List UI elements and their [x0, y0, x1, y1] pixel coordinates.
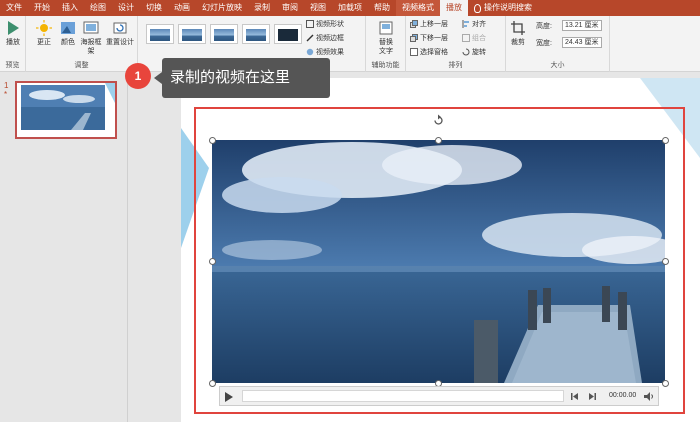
- group-accessibility: 替换文字 辅助功能: [366, 16, 406, 72]
- tell-me-search[interactable]: 操作说明搜索: [468, 0, 538, 16]
- video-shape-label: 视频形状: [316, 21, 344, 28]
- tab-file[interactable]: 文件: [0, 0, 28, 16]
- pen-icon: [306, 34, 314, 42]
- group-size: 裁剪 高度: 13.21 厘米 宽度: 24.43 厘米 大小: [506, 16, 610, 72]
- reset-design-button[interactable]: 重置设计: [106, 20, 134, 47]
- video-effects-button[interactable]: 视频效果: [306, 47, 344, 57]
- rotate-button[interactable]: 旋转: [462, 47, 486, 57]
- color-label: 颜色: [61, 39, 75, 46]
- shape-icon: [306, 20, 314, 28]
- poster-frame-button[interactable]: 海报框架: [80, 20, 102, 56]
- tab-draw[interactable]: 绘图: [84, 0, 112, 16]
- play-label: 播放: [6, 39, 20, 46]
- poster-frame-label: 海报框架: [80, 39, 102, 55]
- tab-design[interactable]: 设计: [112, 0, 140, 16]
- bring-forward-label: 上移一层: [420, 21, 448, 28]
- tab-insert[interactable]: 插入: [56, 0, 84, 16]
- callout-tooltip: 录制的视频在这里: [162, 58, 330, 98]
- selection-pane-label: 选择窗格: [420, 49, 448, 56]
- tab-home[interactable]: 开始: [28, 0, 56, 16]
- selection-pane-button[interactable]: 选择窗格: [410, 47, 448, 57]
- tab-video-format[interactable]: 视频格式: [396, 0, 440, 16]
- group-objects-label: 组合: [472, 35, 486, 42]
- reset-design-label: 重置设计: [106, 39, 134, 46]
- group-label-arrange: 排列: [448, 62, 463, 69]
- width-input[interactable]: 24.43 厘米: [562, 37, 602, 48]
- callout-pointer: [154, 72, 162, 84]
- tab-transitions[interactable]: 切换: [140, 0, 168, 16]
- video-shape-button[interactable]: 视频形状: [306, 19, 344, 29]
- alt-text-icon: [379, 21, 393, 35]
- correct-button[interactable]: 更正: [34, 20, 54, 47]
- send-backward-button[interactable]: 下移一层: [410, 33, 448, 43]
- height-input[interactable]: 13.21 厘米: [562, 20, 602, 31]
- rotate-icon: [462, 48, 470, 56]
- alt-text-label: 替换文字: [379, 39, 393, 55]
- tab-playback[interactable]: 播放: [440, 0, 468, 16]
- effects-icon: [306, 48, 314, 56]
- tab-view[interactable]: 视图: [304, 0, 332, 16]
- group-objects-button[interactable]: 组合: [462, 33, 486, 43]
- color-picture-icon: [61, 22, 75, 34]
- play-icon: [8, 21, 19, 35]
- group-arrange: 上移一层 下移一层 选择窗格 对齐 组合 旋转 排列: [406, 16, 506, 72]
- slide-thumbnail-image: [17, 83, 115, 137]
- bring-forward-button[interactable]: 上移一层: [410, 19, 448, 29]
- selection-pane-icon: [410, 48, 418, 56]
- video-style-4[interactable]: [242, 24, 270, 44]
- lightbulb-icon: [474, 3, 481, 13]
- tab-animations[interactable]: 动画: [168, 0, 196, 16]
- reset-design-icon: [113, 22, 127, 34]
- height-row: 高度:: [536, 21, 552, 31]
- ribbon: 播放 预览 更正 颜色 海报框架 重置设计 调整 视频形状 视频边框 视频效果 …: [0, 16, 700, 72]
- align-button[interactable]: 对齐: [462, 19, 486, 29]
- video-style-5[interactable]: [274, 24, 302, 44]
- correct-label: 更正: [37, 39, 51, 46]
- ribbon-tab-bar: 文件 开始 插入 绘图 设计 切换 动画 幻灯片放映 录制 审阅 视图 加载项 …: [0, 0, 700, 16]
- send-backward-icon: [410, 34, 418, 42]
- video-style-2[interactable]: [178, 24, 206, 44]
- width-row: 宽度:: [536, 38, 552, 48]
- tab-record[interactable]: 录制: [248, 0, 276, 16]
- sun-icon: [36, 20, 52, 36]
- tell-me-label: 操作说明搜索: [484, 3, 532, 12]
- align-icon: [462, 20, 469, 28]
- rotate-label: 旋转: [472, 49, 486, 56]
- crop-icon: [511, 21, 525, 35]
- width-label: 宽度:: [536, 40, 552, 47]
- group-icon: [462, 34, 470, 42]
- group-label-adjust: 调整: [74, 62, 89, 69]
- tab-help[interactable]: 帮助: [368, 0, 396, 16]
- group-preview: 播放 预览: [0, 16, 26, 72]
- group-adjust: 更正 颜色 海报框架 重置设计 调整: [26, 16, 138, 72]
- align-label: 对齐: [472, 21, 486, 28]
- crop-button[interactable]: 裁剪: [508, 20, 528, 47]
- bring-forward-icon: [410, 20, 418, 28]
- send-backward-label: 下移一层: [420, 35, 448, 42]
- tab-review[interactable]: 审阅: [276, 0, 304, 16]
- video-highlight-box: [194, 107, 685, 414]
- play-button[interactable]: 播放: [3, 20, 23, 47]
- alt-text-button[interactable]: 替换文字: [372, 20, 400, 56]
- tab-addins[interactable]: 加载项: [332, 0, 368, 16]
- poster-frame-icon: [83, 21, 99, 34]
- slide-thumbnail-panel: 1 *: [0, 73, 128, 422]
- group-label-accessibility: 辅助功能: [371, 62, 400, 69]
- group-label-preview: 预览: [5, 62, 20, 69]
- crop-label: 裁剪: [511, 39, 525, 46]
- tab-slideshow[interactable]: 幻灯片放映: [196, 0, 248, 16]
- group-label-size: 大小: [550, 62, 565, 69]
- slide-thumbnail-1[interactable]: [15, 81, 117, 139]
- video-effects-label: 视频效果: [316, 49, 344, 56]
- height-label: 高度:: [536, 23, 552, 30]
- video-style-3[interactable]: [210, 24, 238, 44]
- video-border-label: 视频边框: [316, 35, 344, 42]
- video-border-button[interactable]: 视频边框: [306, 33, 344, 43]
- color-button[interactable]: 颜色: [58, 20, 78, 47]
- slide-number: 1 *: [4, 81, 9, 99]
- step-badge: 1: [125, 63, 151, 89]
- video-style-1[interactable]: [146, 24, 174, 44]
